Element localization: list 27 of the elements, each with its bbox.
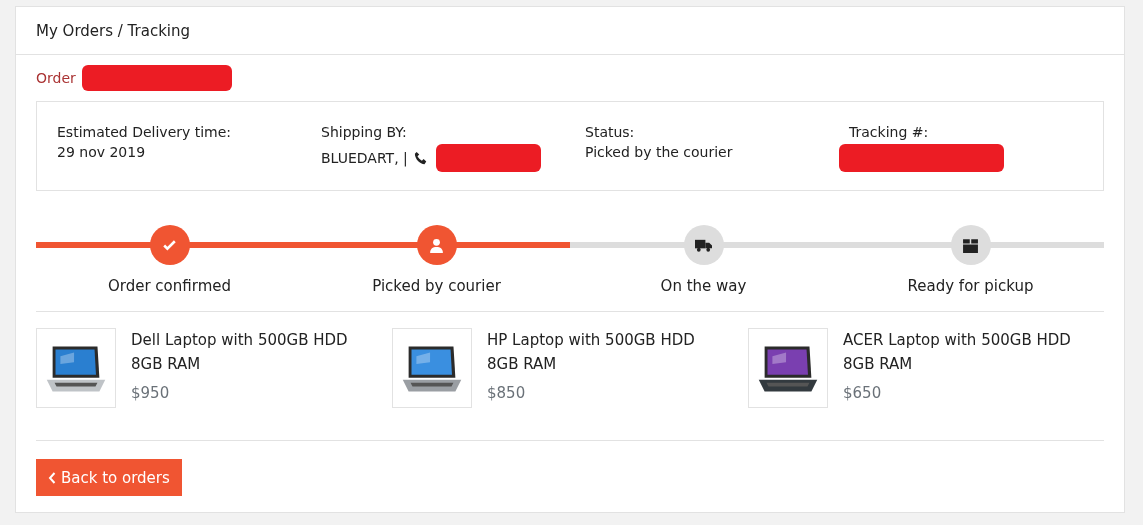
step-label: Ready for pickup xyxy=(907,277,1034,295)
phone-icon xyxy=(413,151,428,165)
info-value: 29 nov 2019 xyxy=(57,144,146,160)
product-price: $950 xyxy=(131,383,171,404)
box-icon xyxy=(962,236,979,254)
info-label: Status: xyxy=(585,124,636,140)
step-label: On the way xyxy=(660,277,747,295)
order-label: Order xyxy=(36,70,76,86)
product-spec: 8GB RAM xyxy=(843,354,914,375)
product-price: $650 xyxy=(843,383,883,404)
chevron-left-icon xyxy=(48,471,56,484)
product-name: ACER Laptop with 500GB HDD xyxy=(843,330,1071,351)
info-label: Shipping BY: xyxy=(321,124,408,140)
product-spec: 8GB RAM xyxy=(487,354,558,375)
product-price: $850 xyxy=(487,383,527,404)
product-name: Dell Laptop with 500GB HDD xyxy=(131,330,348,351)
user-icon xyxy=(428,236,445,254)
breadcrumb: My Orders / Tracking xyxy=(36,21,191,40)
info-value: BLUEDART, | xyxy=(321,150,408,166)
info-label: Estimated Delivery time: xyxy=(57,124,233,140)
product-name: HP Laptop with 500GB HDD xyxy=(487,330,695,351)
info-label: Tracking #: xyxy=(849,124,930,140)
product-spec: 8GB RAM xyxy=(131,354,202,375)
info-value: Picked by the courier xyxy=(585,144,733,160)
back-button[interactable]: Back to orders xyxy=(36,459,182,496)
step-label: Order confirmed xyxy=(107,277,231,295)
step-label: Picked by courier xyxy=(372,277,501,295)
